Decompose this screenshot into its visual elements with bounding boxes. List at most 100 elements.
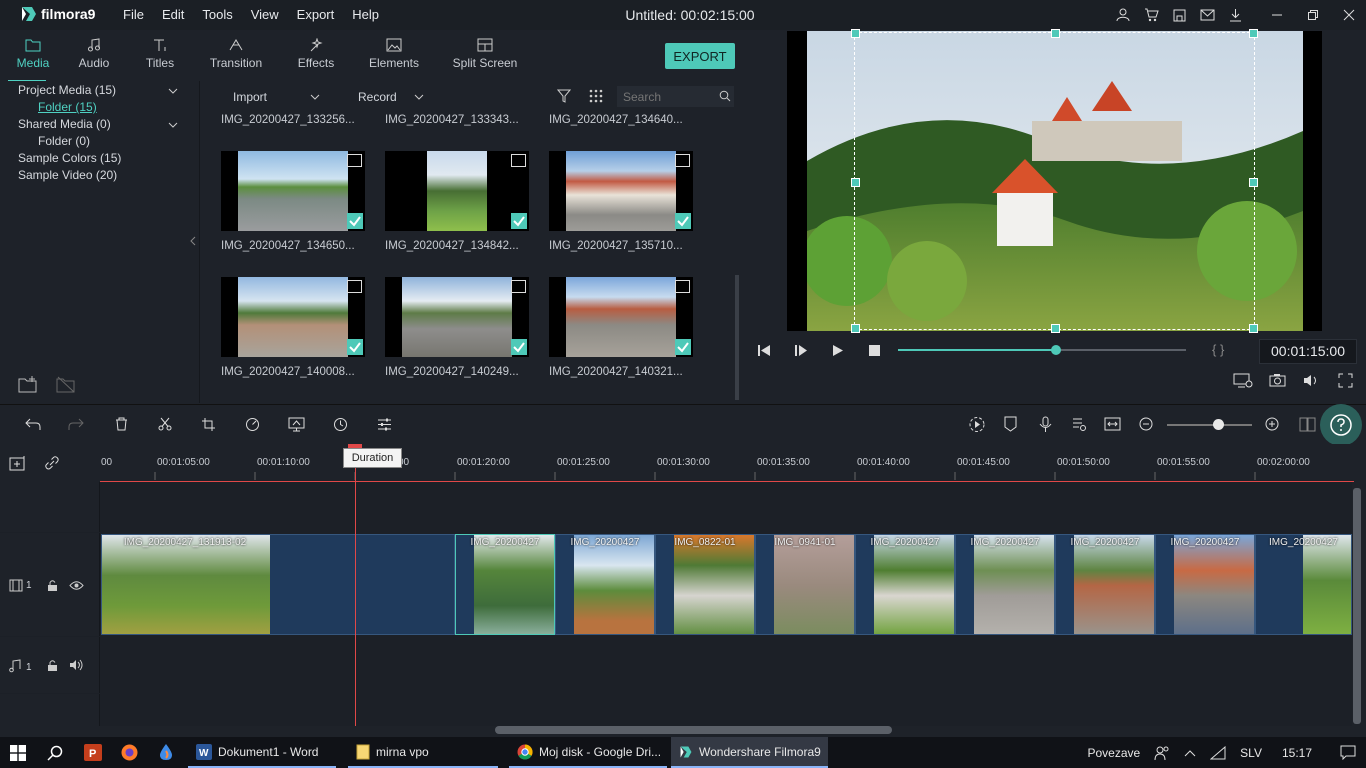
snapshot-icon[interactable] [1269,373,1286,387]
tab-media[interactable]: Media [0,38,66,82]
menu-help[interactable]: Help [343,7,388,22]
drop-app-icon[interactable] [159,743,173,761]
media-thumbnail[interactable] [385,151,529,231]
new-folder-icon[interactable] [18,376,38,393]
search-input[interactable] [617,86,734,107]
library-sample-video[interactable]: Sample Video (20) [18,168,117,182]
link-icon[interactable] [44,455,60,471]
filter-icon[interactable] [557,89,571,103]
collapse-panel-icon[interactable] [190,236,196,246]
crop-icon[interactable] [201,417,216,432]
zoom-slider[interactable] [1167,424,1252,426]
timeline-clip[interactable]: IMG_20200427 [1055,534,1155,635]
lock-icon[interactable] [47,579,58,592]
download-icon[interactable] [1226,7,1244,23]
playhead[interactable] [355,444,356,726]
media-thumbnail[interactable] [385,277,529,357]
menu-export[interactable]: Export [288,7,344,22]
speaker-icon[interactable] [69,659,84,671]
microphone-icon[interactable] [1039,416,1052,433]
save-icon[interactable] [1170,7,1188,23]
timeline-clip[interactable]: IMG_20200427 [555,534,655,635]
selection-box[interactable] [851,29,1258,333]
minimize-icon[interactable] [1268,7,1286,23]
search-icon[interactable] [47,745,63,761]
library-sample-colors[interactable]: Sample Colors (15) [18,151,121,165]
record-button[interactable]: Record [358,90,424,104]
taskbar-folder[interactable]: mirna vpo [348,737,498,768]
library-project-media[interactable]: Project Media (15) [18,83,116,97]
wifi-icon[interactable] [1210,745,1226,760]
media-thumbnail[interactable] [549,277,693,357]
resize-handle[interactable] [1249,178,1258,187]
resize-handle[interactable] [1249,324,1258,333]
duration-icon[interactable] [333,417,348,432]
timeline-clip[interactable]: IMG_20200427 [955,534,1055,635]
adjust-icon[interactable] [377,417,392,432]
export-button[interactable]: EXPORT [665,43,735,69]
marker-icon[interactable] [1004,416,1017,432]
speed-icon[interactable] [245,417,260,432]
resize-handle[interactable] [1249,29,1258,38]
step-forward-icon[interactable] [794,344,808,357]
add-track-icon[interactable] [9,455,29,471]
delete-folder-icon[interactable] [56,376,76,393]
notification-icon[interactable] [1340,745,1356,760]
tab-titles[interactable]: Titles [127,38,193,70]
menu-tools[interactable]: Tools [193,7,241,22]
media-thumbnail[interactable] [221,277,365,357]
stop-icon[interactable] [869,345,880,356]
help-button[interactable] [1320,404,1362,446]
tray-network-label[interactable]: Povezave [1087,746,1140,760]
timeline-clip[interactable]: IMG_20200427_131913-02 [101,534,455,635]
tab-elements[interactable]: Elements [361,38,427,70]
maximize-icon[interactable] [1304,7,1322,23]
cart-icon[interactable] [1142,7,1160,23]
resize-handle[interactable] [851,178,860,187]
eye-icon[interactable] [69,580,84,591]
menu-file[interactable]: File [114,7,153,22]
zoom-in-icon[interactable] [1265,417,1279,431]
fit-timeline-icon[interactable] [1104,417,1121,431]
timeline-clip[interactable]: IMG_20200427 [455,534,555,635]
layout-icon[interactable] [1299,417,1316,432]
taskbar-chrome[interactable]: Moj disk - Google Dri... [509,737,667,768]
people-icon[interactable] [1154,745,1170,761]
timeline-clip[interactable]: IMG_0941-01 [755,534,855,635]
library-folder-shared[interactable]: Folder (0) [38,134,90,148]
audio-mixer-icon[interactable] [1072,416,1087,432]
resize-handle[interactable] [1051,324,1060,333]
chevron-down-icon[interactable] [168,86,178,96]
library-folder-project[interactable]: Folder (15) [38,100,97,114]
timeline-vertical-scrollbar[interactable] [1353,488,1361,724]
timeline-clip[interactable]: IMG_20200427 [855,534,955,635]
search-icon[interactable] [719,90,731,102]
delete-icon[interactable] [115,417,128,431]
taskbar-word[interactable]: W Dokument1 - Word [188,737,336,768]
undo-icon[interactable] [25,417,41,431]
mark-in-out[interactable]: { } [1212,342,1224,357]
chevron-down-icon[interactable] [168,120,178,130]
powerpoint-icon[interactable]: P [84,744,102,761]
taskbar-filmora[interactable]: Wondershare Filmora9 [671,737,828,768]
tab-split-screen[interactable]: Split Screen [445,38,525,70]
resize-handle[interactable] [1051,29,1060,38]
menu-edit[interactable]: Edit [153,7,193,22]
account-icon[interactable] [1114,7,1132,23]
zoom-out-icon[interactable] [1139,417,1153,431]
grid-view-icon[interactable] [589,89,603,103]
import-button[interactable]: Import [233,90,320,104]
render-preview-icon[interactable] [968,416,986,433]
chevron-up-icon[interactable] [1184,749,1196,757]
close-icon[interactable] [1340,7,1358,23]
lock-icon[interactable] [47,659,58,672]
resize-handle[interactable] [851,29,860,38]
tab-effects[interactable]: Effects [283,38,349,70]
resize-handle[interactable] [851,324,860,333]
cut-icon[interactable] [158,417,172,431]
green-screen-icon[interactable] [288,417,305,432]
tab-transition[interactable]: Transition [203,38,269,70]
library-shared-media[interactable]: Shared Media (0) [18,117,111,131]
mail-icon[interactable] [1198,7,1216,23]
menu-view[interactable]: View [242,7,288,22]
